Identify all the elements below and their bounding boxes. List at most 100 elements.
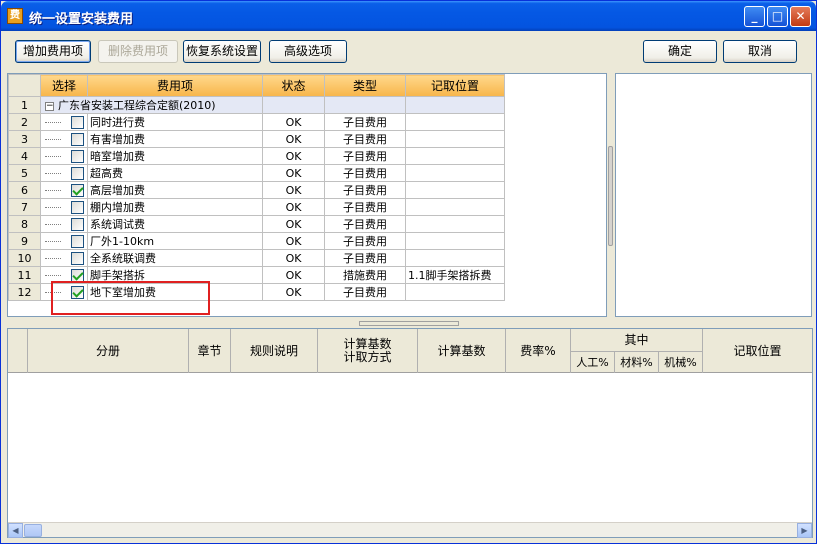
position-cell[interactable]: [405, 164, 505, 182]
status-cell: OK: [262, 266, 325, 284]
select-cell[interactable]: [40, 147, 88, 165]
position-cell[interactable]: [405, 215, 505, 233]
type-cell[interactable]: 子目费用: [324, 181, 406, 199]
advanced-options-button[interactable]: 高级选项: [269, 40, 347, 63]
col-header-labor[interactable]: 人工%: [571, 351, 615, 373]
table-row[interactable]: 3 有害增加费 OK 子目费用: [8, 130, 505, 148]
select-checkbox[interactable]: [71, 115, 84, 129]
col-header-rule[interactable]: 规则说明: [231, 329, 318, 373]
minimize-button[interactable]: _: [744, 6, 765, 27]
type-cell[interactable]: 子目费用: [324, 147, 406, 165]
fee-item-cell[interactable]: 暗室增加费: [87, 147, 263, 165]
collapse-icon[interactable]: −: [45, 101, 54, 111]
type-cell[interactable]: 子目费用: [324, 283, 406, 301]
select-checkbox[interactable]: [71, 217, 84, 231]
position-cell[interactable]: [405, 113, 505, 131]
table-row[interactable]: 4 暗室增加费 OK 子目费用: [8, 147, 505, 165]
col-header-fence[interactable]: 分册: [28, 329, 189, 373]
select-checkbox[interactable]: [71, 166, 84, 180]
col-header-position[interactable]: 记取位置: [405, 74, 505, 97]
select-cell[interactable]: [40, 113, 88, 131]
col-header-rate[interactable]: 费率%: [506, 329, 571, 373]
horizontal-scrollbar[interactable]: ◀ ▶: [8, 522, 812, 538]
position-cell[interactable]: [405, 198, 505, 216]
type-cell[interactable]: 措施费用: [324, 266, 406, 284]
splitter-handle[interactable]: [608, 146, 613, 246]
col-header-select[interactable]: 选择: [40, 74, 88, 97]
status-cell: OK: [262, 249, 325, 267]
fee-item-cell[interactable]: 棚内增加费: [87, 198, 263, 216]
select-checkbox[interactable]: [71, 183, 84, 197]
position-cell[interactable]: [405, 130, 505, 148]
fee-item-cell[interactable]: 同时进行费: [87, 113, 263, 131]
scroll-thumb[interactable]: [24, 524, 42, 537]
select-cell[interactable]: [40, 198, 88, 216]
position-cell[interactable]: [405, 232, 505, 250]
status-cell: OK: [262, 130, 325, 148]
rules-grid: 分册 章节 规则说明 计算基数 计取方式 计算基数 费率% 其中 人工% 材料%…: [7, 328, 813, 538]
select-cell[interactable]: [40, 130, 88, 148]
maximize-button[interactable]: □: [767, 6, 788, 27]
close-button[interactable]: ✕: [790, 6, 811, 27]
table-row[interactable]: 10 全系统联调费 OK 子目费用: [8, 249, 505, 267]
position-cell[interactable]: [405, 147, 505, 165]
fee-item-cell[interactable]: 超高费: [87, 164, 263, 182]
col-header-machine[interactable]: 机械%: [659, 351, 703, 373]
type-cell[interactable]: 子目费用: [324, 215, 406, 233]
type-cell[interactable]: 子目费用: [324, 113, 406, 131]
add-fee-item-button[interactable]: 增加费用项: [15, 40, 91, 63]
col-header-type[interactable]: 类型: [324, 74, 406, 97]
restore-system-settings-button[interactable]: 恢复系统设置: [183, 40, 261, 63]
select-checkbox[interactable]: [71, 268, 84, 282]
type-cell[interactable]: 子目费用: [324, 164, 406, 182]
group-position-cell: [405, 96, 505, 114]
fee-item-cell[interactable]: 有害增加费: [87, 130, 263, 148]
position-cell[interactable]: 1.1脚手架搭拆费: [405, 266, 505, 284]
fee-item-cell[interactable]: 系统调试费: [87, 215, 263, 233]
tree-line: [45, 132, 61, 141]
select-cell[interactable]: [40, 215, 88, 233]
scroll-right-icon[interactable]: ▶: [797, 523, 812, 538]
col-header-chapter[interactable]: 章节: [189, 329, 231, 373]
position-cell[interactable]: [405, 283, 505, 301]
scroll-left-icon[interactable]: ◀: [8, 523, 23, 538]
select-cell[interactable]: [40, 181, 88, 199]
table-row[interactable]: 9 厂外1-10km OK 子目费用: [8, 232, 505, 250]
horizontal-splitter[interactable]: [359, 321, 459, 326]
select-checkbox[interactable]: [71, 234, 84, 248]
fee-item-cell[interactable]: 全系统联调费: [87, 249, 263, 267]
select-checkbox[interactable]: [71, 251, 84, 265]
col-header-calc-base[interactable]: 计算基数: [418, 329, 506, 373]
type-cell[interactable]: 子目费用: [324, 130, 406, 148]
delete-fee-item-button[interactable]: 删除费用项: [98, 40, 178, 63]
col-header-status[interactable]: 状态: [262, 74, 325, 97]
select-checkbox[interactable]: [71, 149, 84, 163]
col-header-record-position[interactable]: 记取位置: [703, 329, 812, 373]
position-cell[interactable]: [405, 181, 505, 199]
table-row[interactable]: 2 同时进行费 OK 子目费用: [8, 113, 505, 131]
type-cell[interactable]: 子目费用: [324, 198, 406, 216]
type-cell[interactable]: 子目费用: [324, 249, 406, 267]
position-cell[interactable]: [405, 249, 505, 267]
col-header-calc-method[interactable]: 计算基数 计取方式: [318, 329, 418, 373]
select-cell[interactable]: [40, 249, 88, 267]
table-row[interactable]: 6 高层增加费 OK 子目费用: [8, 181, 505, 199]
type-cell[interactable]: 子目费用: [324, 232, 406, 250]
select-cell[interactable]: [40, 232, 88, 250]
status-cell: OK: [262, 147, 325, 165]
col-header-material[interactable]: 材料%: [615, 351, 659, 373]
select-checkbox[interactable]: [71, 200, 84, 214]
table-row[interactable]: 5 超高费 OK 子目费用: [8, 164, 505, 182]
group-name-cell[interactable]: − 广东省安装工程综合定额(2010): [40, 96, 263, 114]
fee-item-cell[interactable]: 厂外1-10km: [87, 232, 263, 250]
fee-item-cell[interactable]: 高层增加费: [87, 181, 263, 199]
table-row[interactable]: 7 棚内增加费 OK 子目费用: [8, 198, 505, 216]
group-row[interactable]: 1 − 广东省安装工程综合定额(2010): [8, 96, 505, 114]
select-checkbox[interactable]: [71, 132, 84, 146]
select-cell[interactable]: [40, 164, 88, 182]
col-header-fee-item[interactable]: 费用项: [87, 74, 263, 97]
table-row[interactable]: 8 系统调试费 OK 子目费用: [8, 215, 505, 233]
title-bar[interactable]: 费 统一设置安装费用 _ □ ✕: [1, 1, 816, 31]
cancel-button[interactable]: 取消: [723, 40, 797, 63]
ok-button[interactable]: 确定: [643, 40, 717, 63]
